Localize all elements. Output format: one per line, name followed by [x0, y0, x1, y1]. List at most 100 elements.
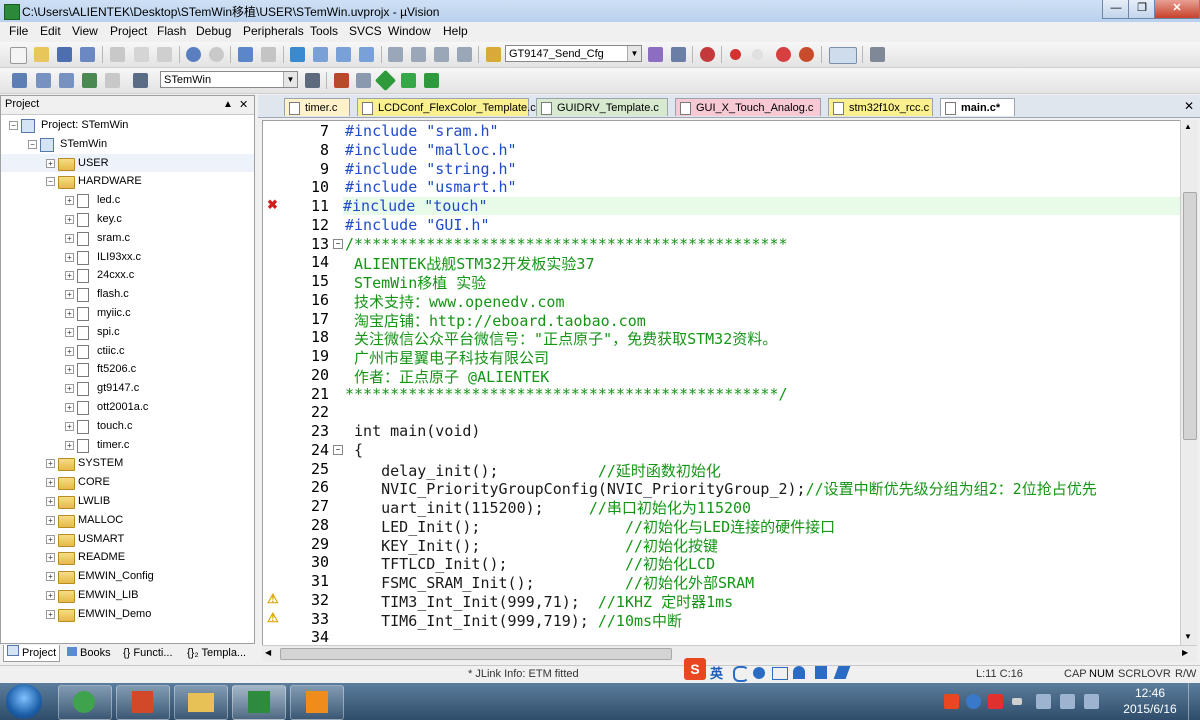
code-editor[interactable]: 7 8 9 10 11 12 13 14 15 16 17 18 19 20 21 22 23 24 25 26 27 2…: [262, 120, 1182, 647]
next-bookmark-icon[interactable]: [336, 47, 351, 62]
tray-help-icon[interactable]: [966, 694, 981, 709]
taskbar-uvision[interactable]: [232, 685, 286, 720]
expand-icon[interactable]: +: [46, 609, 55, 619]
redo-icon[interactable]: [209, 47, 224, 62]
skin-icon[interactable]: [815, 666, 827, 679]
maximize-button[interactable]: ❐: [1128, 0, 1156, 19]
configure-icon[interactable]: [870, 47, 885, 62]
code-line[interactable]: ****************************************…: [345, 385, 788, 403]
tray-flag-icon[interactable]: [1012, 698, 1022, 705]
tree-group-readme[interactable]: + README: [1, 548, 254, 566]
prev-bookmark-icon[interactable]: [313, 47, 328, 62]
tab-lcdconf[interactable]: LCDConf_FlexColor_Template.c: [357, 98, 536, 116]
menu-file[interactable]: File: [9, 24, 28, 38]
debug-session-icon[interactable]: [700, 47, 715, 62]
tree-group-user[interactable]: + USER: [1, 153, 254, 172]
tray-power-icon[interactable]: [1060, 694, 1075, 709]
expand-icon[interactable]: +: [46, 591, 55, 600]
menu-svcs[interactable]: SVCS: [349, 24, 382, 38]
indent-icon[interactable]: [388, 47, 403, 62]
tree-file-ott2001a-c[interactable]: + ott2001a.c: [1, 398, 254, 416]
save-icon[interactable]: [57, 47, 72, 62]
expand-icon[interactable]: +: [65, 215, 74, 224]
batch-build-icon[interactable]: [82, 73, 97, 88]
sogou-ime-icon[interactable]: S: [684, 658, 706, 680]
minimize-button[interactable]: —: [1102, 0, 1130, 19]
target-options-icon[interactable]: [305, 73, 320, 88]
select-packs-icon[interactable]: [356, 73, 371, 88]
scroll-left-icon[interactable]: ◀: [265, 648, 271, 657]
collapse-icon[interactable]: −: [28, 139, 37, 149]
tree-group-core[interactable]: + CORE: [1, 473, 254, 491]
open-folder-icon[interactable]: [34, 47, 49, 62]
tab-templates[interactable]: {}₂ Templa...: [184, 645, 249, 661]
menu-tools[interactable]: Tools: [310, 24, 338, 38]
expand-icon[interactable]: +: [65, 327, 74, 337]
pack-installer-icon[interactable]: [401, 73, 416, 88]
code-line[interactable]: {: [345, 441, 363, 459]
menu-help[interactable]: Help: [443, 24, 468, 38]
rebuild-icon[interactable]: [59, 73, 74, 88]
taskbar-pdf[interactable]: [290, 685, 344, 720]
tree-file-gt9147-c[interactable]: + gt9147.c: [1, 379, 254, 397]
find-combo[interactable]: GT9147_Send_Cfg ▼: [505, 45, 642, 62]
tree-file-24cxx-c[interactable]: +24cxx.c: [1, 266, 254, 284]
punctuation-icon[interactable]: [753, 667, 765, 679]
tree-file-flash-c[interactable]: + flash.c: [1, 285, 254, 303]
taskbar-powerpoint[interactable]: [116, 685, 170, 720]
panel-close-icon[interactable]: ✕: [239, 98, 248, 111]
chevron-down-icon[interactable]: ▼: [283, 72, 297, 87]
expand-icon[interactable]: +: [46, 534, 55, 544]
tray-security-icon[interactable]: [988, 694, 1003, 709]
save-all-icon[interactable]: [80, 47, 95, 62]
tree-group-emwin-lib[interactable]: + EMWIN_LIB: [1, 586, 254, 604]
code-line[interactable]: TIM6_Int_Init(999,719); //10ms中断: [345, 610, 682, 631]
tree-file-ili93xx-c[interactable]: + ILI93xx.c: [1, 248, 254, 266]
expand-icon[interactable]: +: [65, 233, 74, 243]
code-area[interactable]: #include "sram.h" #include "malloc.h" #inc…: [263, 121, 1181, 646]
expand-icon[interactable]: +: [46, 497, 55, 506]
stop-build-icon[interactable]: [105, 73, 120, 88]
tree-group-emwin-config[interactable]: + EMWIN_Config: [1, 567, 254, 585]
bookmark-icon[interactable]: [290, 47, 305, 62]
tree-group-emwin-demo[interactable]: + EMWIN_Demo: [1, 605, 254, 623]
expand-icon[interactable]: +: [46, 478, 55, 488]
expand-icon[interactable]: +: [65, 252, 74, 262]
scroll-up-icon[interactable]: ▲: [1184, 122, 1192, 131]
taskbar-explorer[interactable]: [174, 685, 228, 720]
expand-icon[interactable]: +: [65, 290, 74, 300]
ime-language[interactable]: 英: [710, 663, 723, 682]
scroll-right-icon[interactable]: ▶: [1182, 648, 1188, 657]
start-button[interactable]: [6, 684, 42, 719]
copy-icon[interactable]: [134, 47, 149, 62]
manage-project-items-icon[interactable]: [334, 73, 349, 88]
taskbar-app-green[interactable]: [58, 685, 112, 720]
pin-icon[interactable]: ▲: [223, 99, 233, 110]
scroll-down-icon[interactable]: ▼: [1184, 632, 1192, 641]
code-line[interactable]: #include "sram.h": [345, 122, 499, 140]
tree-group-usmart[interactable]: + USMART: [1, 530, 254, 548]
tree-group-hardware[interactable]: − HARDWARE: [1, 172, 254, 190]
code-line[interactable]: /***************************************…: [345, 235, 788, 253]
nav-back-icon[interactable]: [238, 47, 253, 62]
code-line[interactable]: int main(void): [345, 422, 480, 440]
expand-icon[interactable]: +: [65, 403, 74, 412]
kill-breakpoints-icon[interactable]: [776, 47, 791, 62]
expand-icon[interactable]: +: [46, 515, 55, 525]
expand-icon[interactable]: +: [65, 309, 74, 318]
vertical-scroll-thumb[interactable]: [1183, 192, 1197, 440]
comment-icon[interactable]: [434, 47, 449, 62]
menu-project[interactable]: Project: [110, 24, 147, 38]
code-line[interactable]: #include "string.h": [345, 160, 517, 178]
translate-icon[interactable]: [12, 73, 27, 88]
incremental-find-icon[interactable]: [648, 47, 663, 62]
expand-icon[interactable]: +: [65, 346, 74, 356]
code-line[interactable]: #include "GUI.h": [345, 216, 490, 234]
clear-bookmarks-icon[interactable]: [359, 47, 374, 62]
tab-project[interactable]: Project: [3, 645, 61, 662]
expand-icon[interactable]: +: [65, 384, 74, 394]
cut-icon[interactable]: [110, 47, 125, 62]
tree-file-ft5206-c[interactable]: + ft5206.c: [1, 360, 254, 378]
tree-group-malloc[interactable]: + MALLOC: [1, 511, 254, 529]
enable-breakpoints-icon[interactable]: [799, 47, 814, 62]
